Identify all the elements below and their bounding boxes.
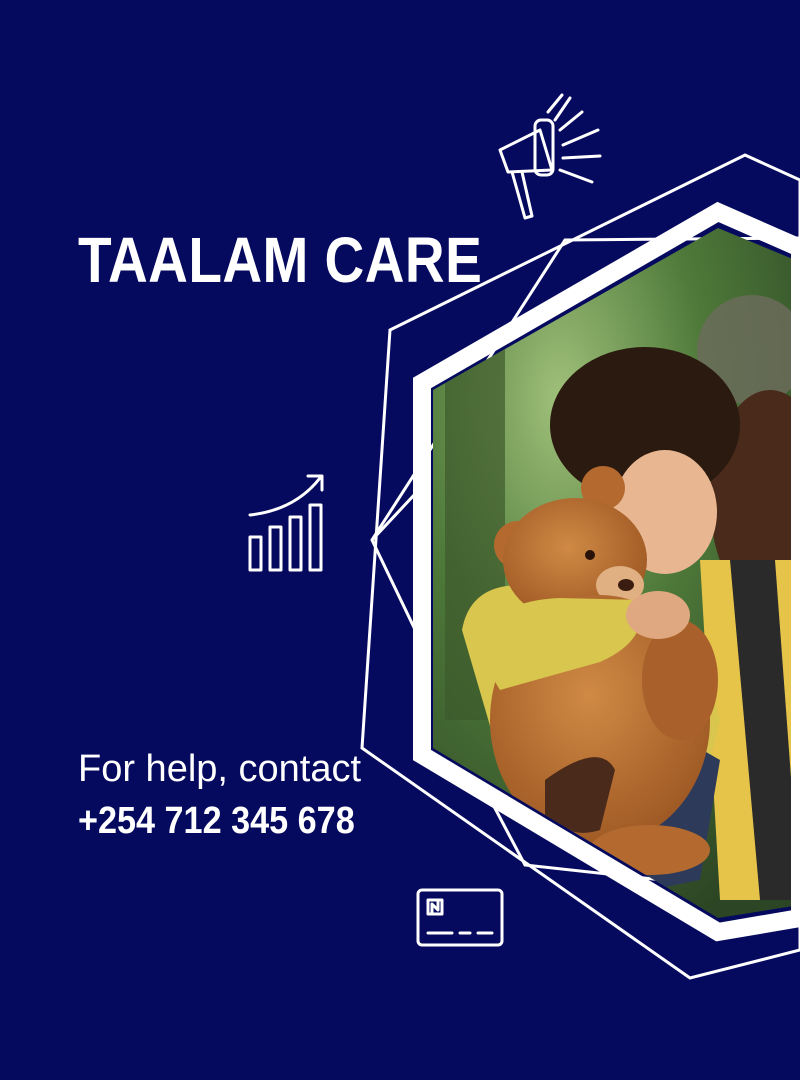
brand-title: TAALAM CARE	[78, 224, 483, 296]
hero-illustration	[248, 93, 800, 980]
contact-phone-number[interactable]: +254 712 345 678	[78, 802, 355, 840]
card-icon	[416, 888, 504, 947]
help-prompt-text: For help, contact	[78, 748, 362, 790]
growth-chart-icon	[248, 474, 324, 572]
hero-photo	[413, 201, 800, 942]
megaphone-icon	[498, 93, 602, 220]
